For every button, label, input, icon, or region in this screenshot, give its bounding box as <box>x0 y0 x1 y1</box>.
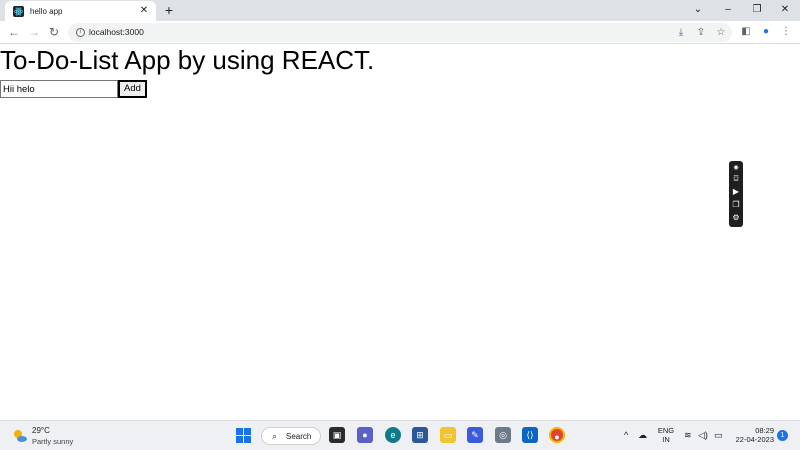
video-icon[interactable]: ▶ <box>731 187 741 197</box>
extension-icon[interactable]: ● <box>759 25 773 39</box>
tab-close-icon[interactable]: ✕ <box>138 5 150 17</box>
menu-kebab-icon[interactable]: ⋮ <box>779 25 793 39</box>
reload-icon[interactable]: ↻ <box>47 25 61 39</box>
side-panel-icon[interactable]: ◧ <box>739 25 753 39</box>
close-window-button[interactable]: ✕ <box>775 3 795 17</box>
toolbar-logo-icon[interactable]: ◉ <box>731 163 741 173</box>
screens-icon[interactable]: ❐ <box>731 200 741 210</box>
browser-toolbar: ← → ↻ i localhost:3000 ⤓ ⇪ ☆ ◧ ● ⋮ <box>0 21 800 44</box>
vscode-icon[interactable]: ⟨⟩ <box>522 427 538 443</box>
camera-app-icon[interactable]: ◎ <box>495 427 511 443</box>
page-content: To-Do-List App by using REACT. Add <box>0 45 800 420</box>
site-info-icon[interactable]: i <box>76 28 85 37</box>
language-code: ENG <box>657 426 675 435</box>
editor-app-icon[interactable]: ✎ <box>467 427 483 443</box>
restore-button[interactable]: ❐ <box>747 3 767 17</box>
file-explorer-icon[interactable]: ▭ <box>440 427 456 443</box>
wifi-icon[interactable]: ≋ <box>684 429 692 441</box>
onedrive-cloud-icon[interactable]: ☁ <box>638 429 647 441</box>
weather-temperature: 29°C <box>32 426 50 435</box>
search-icon: ⌕ <box>272 431 278 441</box>
region-code: IN <box>662 435 670 444</box>
tab-search-chevron-icon[interactable]: ⌄ <box>688 3 708 17</box>
task-view-icon[interactable]: ▣ <box>329 427 345 443</box>
todo-input[interactable] <box>0 80 118 98</box>
chrome-icon[interactable]: ● <box>549 427 565 443</box>
tab-title: hello app <box>30 6 63 16</box>
windows-start-icon[interactable] <box>236 428 251 443</box>
tab-strip: hello app ✕ + ⌄ – ❐ ✕ <box>0 0 800 21</box>
weather-description: Partly sunny <box>32 437 74 446</box>
clock-date: 22-04-2023 <box>735 435 774 444</box>
clock-time: 08:29 <box>755 426 774 435</box>
add-button[interactable]: Add <box>118 80 147 98</box>
system-clock[interactable]: 08:29 22-04-2023 <box>730 426 774 444</box>
share-icon[interactable]: ⇪ <box>695 26 707 39</box>
bookmark-star-icon[interactable]: ☆ <box>715 26 727 39</box>
camera-icon[interactable]: ⌼ <box>731 174 741 184</box>
taskbar: 29°C Partly sunny ⌕ Search ▣ ● e ⊞ ▭ ✎ ◎… <box>0 420 800 450</box>
minimize-button[interactable]: – <box>718 3 738 17</box>
language-indicator[interactable]: ENG IN <box>656 426 676 444</box>
url-text: localhost:3000 <box>89 27 144 37</box>
address-bar[interactable]: i localhost:3000 ⤓ ⇪ ☆ <box>68 23 732 42</box>
volume-icon[interactable]: ◁) <box>698 429 708 441</box>
search-label: Search <box>286 432 312 441</box>
back-arrow-icon[interactable]: ← <box>7 25 21 39</box>
install-app-icon[interactable]: ⤓ <box>675 26 687 39</box>
microsoft-store-icon[interactable]: ⊞ <box>412 427 428 443</box>
weather-icon[interactable] <box>12 428 28 444</box>
edge-browser-icon[interactable]: e <box>385 427 401 443</box>
react-favicon-icon <box>13 5 24 17</box>
new-tab-button[interactable]: + <box>162 3 176 17</box>
page-title: To-Do-List App by using REACT. <box>0 45 375 75</box>
taskbar-search[interactable]: ⌕ Search <box>261 427 321 445</box>
screen: hello app ✕ + ⌄ – ❐ ✕ ← → ↻ i localhost:… <box>0 0 800 450</box>
browser-tab[interactable]: hello app ✕ <box>5 1 156 21</box>
forward-arrow-icon[interactable]: → <box>27 25 41 39</box>
settings-gear-icon[interactable]: ⚙ <box>731 213 741 223</box>
notification-badge[interactable]: 1 <box>777 430 788 441</box>
teams-chat-icon[interactable]: ● <box>357 427 373 443</box>
floating-toolbar: ◉ ⌼ ▶ ❐ ⚙ <box>729 161 743 227</box>
show-hidden-icons-chevron-icon[interactable]: ^ <box>624 429 628 441</box>
battery-icon[interactable]: ▭ <box>714 429 723 441</box>
